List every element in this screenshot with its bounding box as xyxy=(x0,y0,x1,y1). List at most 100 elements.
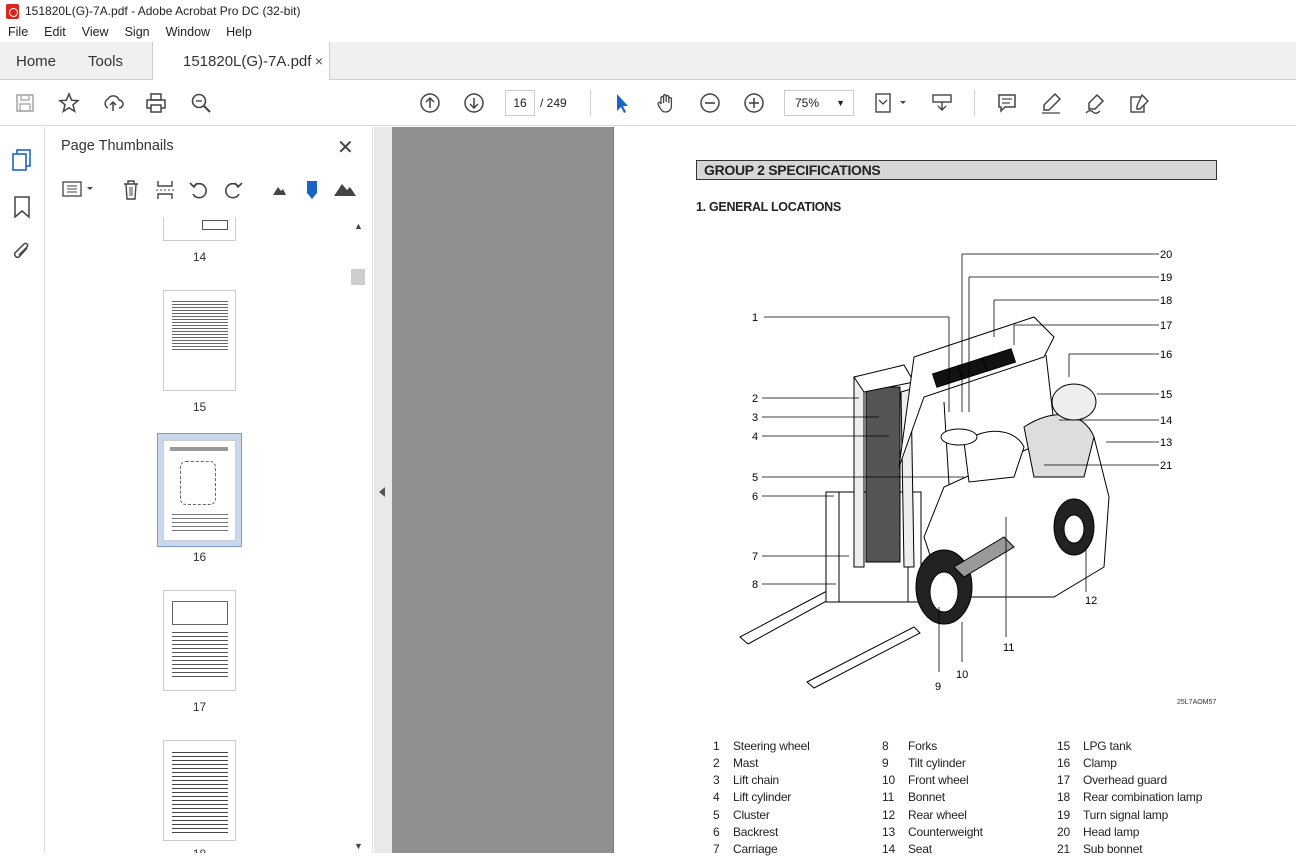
thumbnail-label: 14 xyxy=(192,250,207,264)
legend-name: Rear combination lamp xyxy=(1083,790,1203,804)
callout-21: 21 xyxy=(1160,460,1172,472)
legend-name: Mast xyxy=(733,756,759,770)
close-panel-icon[interactable]: ✕ xyxy=(337,135,354,160)
zoom-out-icon[interactable] xyxy=(698,91,722,115)
thumbnail-label: 16 xyxy=(192,550,207,564)
attachment-icon[interactable] xyxy=(11,240,33,267)
menu-view[interactable]: View xyxy=(74,25,117,39)
legend-name: Lift chain xyxy=(733,773,780,787)
legend-number: 18 xyxy=(1057,790,1070,804)
legend-number: 11 xyxy=(882,790,895,804)
legend-name: Front wheel xyxy=(908,773,969,787)
collapse-arrow-icon[interactable] xyxy=(379,487,385,497)
callout-18: 18 xyxy=(1160,295,1172,307)
edit-icon[interactable] xyxy=(1127,91,1151,115)
tab-home[interactable]: Home xyxy=(16,42,56,80)
scroll-mode-icon[interactable] xyxy=(930,91,954,115)
legend-name: Lift cylinder xyxy=(733,790,792,804)
next-page-icon[interactable] xyxy=(462,91,486,115)
callout-16: 16 xyxy=(1160,349,1172,361)
rotate-left-icon[interactable] xyxy=(188,179,210,204)
legend-name: Head lamp xyxy=(1083,825,1140,839)
zoom-in-icon[interactable] xyxy=(742,91,766,115)
collapse-panel-bar[interactable] xyxy=(374,127,392,853)
chevron-down-icon: ▼ xyxy=(836,98,845,108)
prev-page-icon[interactable] xyxy=(418,91,442,115)
thumbnail-page-16[interactable] xyxy=(163,440,236,541)
forklift-diagram: 1 2 3 4 5 6 7 8 9 10 11 12 13 14 15 16 1… xyxy=(739,249,1172,693)
save-icon[interactable] xyxy=(13,91,37,115)
large-thumbs-icon[interactable] xyxy=(333,180,357,201)
small-thumbs-icon[interactable] xyxy=(271,183,287,200)
document-background xyxy=(392,127,613,853)
legend-number: 16 xyxy=(1057,756,1070,770)
thumbnail-label: 18 xyxy=(163,847,236,853)
thumbnail-list: 14 15 16 17 18 xyxy=(45,217,350,853)
thumbnail-page-14[interactable] xyxy=(163,217,236,241)
thumbnail-page-17[interactable] xyxy=(163,590,236,691)
sign-icon[interactable] xyxy=(1083,91,1107,115)
callout-8: 8 xyxy=(752,579,758,591)
callout-19: 19 xyxy=(1160,272,1172,284)
upload-icon[interactable] xyxy=(101,91,125,115)
callout-1: 1 xyxy=(752,312,758,324)
legend-name: LPG tank xyxy=(1083,739,1132,753)
find-icon[interactable] xyxy=(189,91,213,115)
thumbnails-panel: Page Thumbnails ✕ 14 15 16 17 ▲ ▼ xyxy=(45,127,373,853)
zoom-select[interactable]: 75% ▼ xyxy=(784,90,854,116)
callout-12: 12 xyxy=(1085,595,1097,607)
menu-help[interactable]: Help xyxy=(218,25,260,39)
menu-sign[interactable]: Sign xyxy=(117,25,158,39)
menu-edit[interactable]: Edit xyxy=(36,25,74,39)
window-title: 151820L(G)-7A.pdf - Adobe Acrobat Pro DC… xyxy=(25,4,301,18)
legend-number: 6 xyxy=(713,825,720,839)
legend-name: Bonnet xyxy=(908,790,945,804)
thumb-size-slider-icon[interactable] xyxy=(305,179,319,204)
scrollbar-thumb[interactable] xyxy=(351,269,365,285)
tab-tools[interactable]: Tools xyxy=(88,42,123,80)
thumbnails-icon[interactable] xyxy=(11,148,33,175)
callout-20: 20 xyxy=(1160,249,1172,261)
hand-icon[interactable] xyxy=(654,91,678,115)
star-icon[interactable] xyxy=(57,91,81,115)
legend-number: 8 xyxy=(882,739,889,753)
panel-toolbar xyxy=(45,173,373,207)
tab-bar: Home Tools 151820L(G)-7A.pdf × xyxy=(0,42,1296,81)
legend-name: Seat xyxy=(908,842,932,856)
callout-15: 15 xyxy=(1160,389,1172,401)
legend-number: 5 xyxy=(713,808,720,822)
zoom-value: 75% xyxy=(795,96,820,110)
menu-file[interactable]: File xyxy=(0,25,36,39)
thumbnail-page-18[interactable] xyxy=(163,740,236,841)
close-tab-icon[interactable]: × xyxy=(315,53,323,69)
select-icon[interactable] xyxy=(610,91,634,115)
bookmark-icon[interactable] xyxy=(13,195,31,222)
callout-10: 10 xyxy=(956,669,968,681)
callout-5: 5 xyxy=(752,472,758,484)
extract-icon[interactable] xyxy=(155,179,175,204)
tab-document[interactable]: 151820L(G)-7A.pdf × xyxy=(152,42,330,81)
thumbnail-page-15[interactable] xyxy=(163,290,236,391)
options-menu-icon[interactable] xyxy=(61,179,95,202)
page-number-input[interactable]: 16 xyxy=(505,90,535,116)
scroll-up-icon[interactable]: ▲ xyxy=(354,221,363,231)
fit-page-icon[interactable] xyxy=(873,91,909,115)
scroll-down-icon[interactable]: ▼ xyxy=(354,841,363,851)
legend-number: 13 xyxy=(882,825,895,839)
thumbnail-label: 15 xyxy=(192,400,207,414)
legend-number: 10 xyxy=(882,773,895,787)
legend-number: 1 xyxy=(713,739,720,753)
figure-code: 25L7AOM57 xyxy=(1177,699,1217,706)
menu-window[interactable]: Window xyxy=(158,25,218,39)
legend-number: 9 xyxy=(882,756,889,770)
page-total: / 249 xyxy=(540,96,567,110)
legend-name: Cluster xyxy=(733,808,770,822)
menu-bar: File Edit View Sign Window Help xyxy=(0,22,1296,42)
print-icon[interactable] xyxy=(144,91,168,115)
highlight-icon[interactable] xyxy=(1039,91,1063,115)
toolbar: 16 / 249 75% ▼ xyxy=(0,80,1296,126)
thumbnail-scrollbar[interactable]: ▲ ▼ xyxy=(350,217,366,853)
rotate-right-icon[interactable] xyxy=(222,179,244,204)
delete-icon[interactable] xyxy=(121,179,141,204)
comment-icon[interactable] xyxy=(995,91,1019,115)
